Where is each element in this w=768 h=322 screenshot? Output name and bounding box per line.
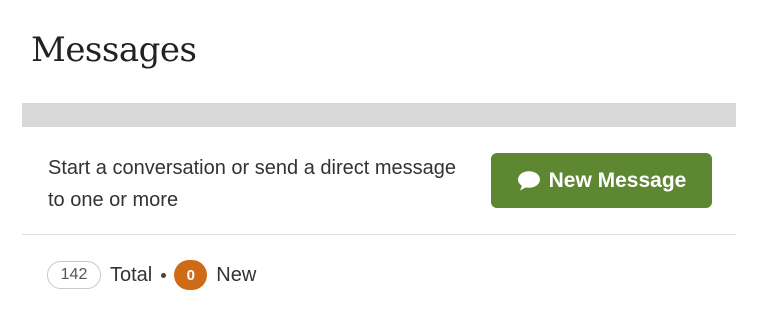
total-label: Total	[110, 263, 153, 286]
new-label: New	[216, 263, 257, 286]
section-divider	[22, 234, 736, 235]
new-count-badge: 0	[174, 260, 208, 290]
page-title: Messages	[31, 30, 197, 70]
compose-description: Start a conversation or send a direct me…	[48, 157, 456, 211]
header-divider-bar	[22, 103, 736, 127]
message-stats: 142 Total 0 New	[47, 258, 256, 292]
new-message-button-label: New Message	[548, 168, 687, 192]
chat-bubble-icon	[517, 170, 541, 192]
stats-separator-dot	[161, 272, 167, 278]
new-message-button[interactable]: New Message	[491, 153, 712, 208]
total-count-badge: 142	[47, 261, 101, 289]
